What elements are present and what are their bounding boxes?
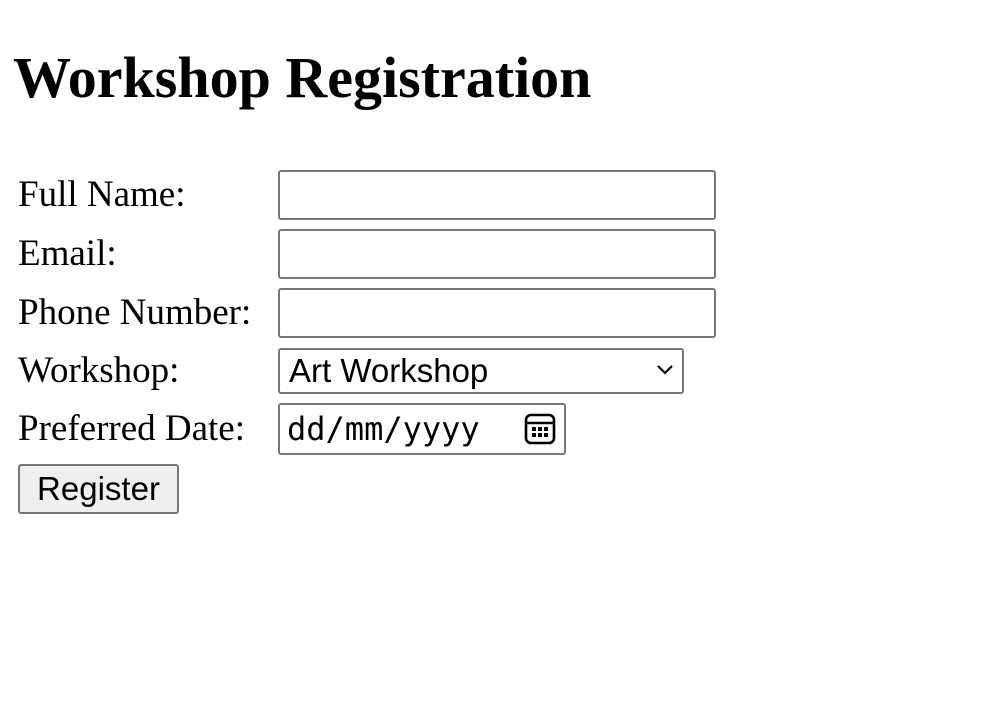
full-name-input[interactable] bbox=[278, 170, 716, 220]
date-placeholder: dd/mm/yyyy bbox=[287, 410, 480, 448]
full-name-label: Full Name: bbox=[18, 174, 186, 215]
phone-number-input[interactable] bbox=[278, 288, 716, 338]
email-label: Email: bbox=[18, 233, 117, 274]
preferred-date-label: Preferred Date: bbox=[18, 408, 246, 449]
workshop-label: Workshop: bbox=[18, 350, 180, 391]
workshop-selected-value: Art Workshop bbox=[289, 352, 489, 389]
calendar-icon[interactable] bbox=[524, 412, 556, 446]
register-button[interactable]: Register bbox=[18, 464, 179, 514]
page-title: Workshop Registration bbox=[13, 45, 592, 110]
preferred-date-input[interactable]: dd/mm/yyyy bbox=[278, 403, 566, 455]
workshop-select[interactable]: Art Workshop bbox=[278, 348, 684, 394]
chevron-down-icon bbox=[657, 365, 673, 375]
email-input[interactable] bbox=[278, 229, 716, 279]
phone-number-label: Phone Number: bbox=[18, 292, 252, 333]
